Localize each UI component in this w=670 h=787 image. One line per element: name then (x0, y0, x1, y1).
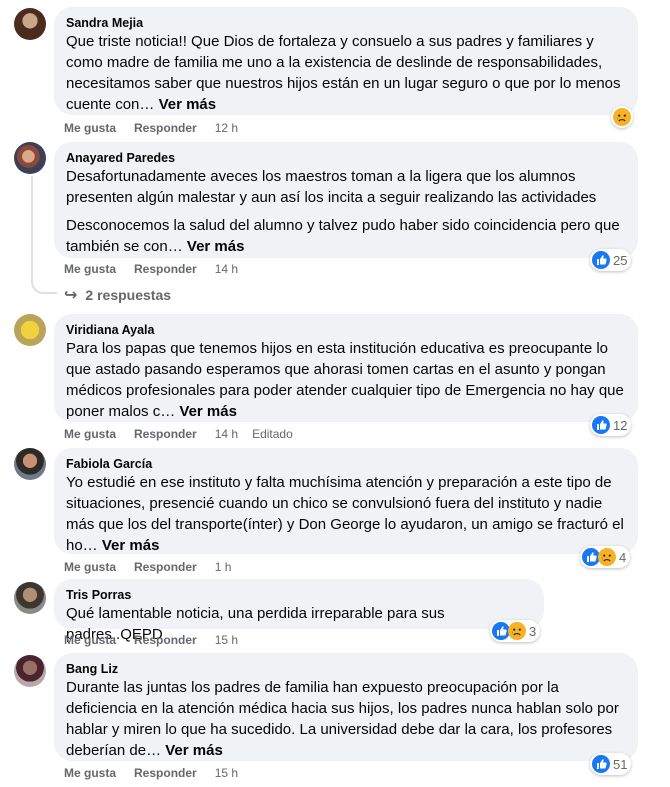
avatar[interactable] (14, 8, 46, 40)
comment-text: Para los papas que tenemos hijos en esta… (66, 338, 626, 422)
see-more-link[interactable]: Ver más (187, 238, 245, 255)
comment-author[interactable]: Sandra Mejia (66, 15, 626, 31)
reply-button[interactable]: Responder (134, 261, 197, 277)
reaction-summary[interactable]: 4 (580, 546, 631, 568)
like-button[interactable]: Me gusta (64, 559, 116, 575)
comment-actions: Me gusta Responder 1 h (64, 559, 231, 575)
comment-bubble: Fabiola García Yo estudié en ese institu… (54, 448, 638, 554)
comment-actions: Me gusta Responder 12 h (64, 120, 238, 136)
comment-text: Durante las juntas los padres de familia… (66, 677, 626, 761)
comment-text: Yo estudié en ese instituto y falta much… (66, 472, 626, 556)
comment-body: Desafortunadamente aveces los maestros t… (66, 168, 597, 206)
reaction-count: 3 (529, 623, 537, 639)
comment-author[interactable]: Tris Porras (66, 587, 532, 603)
comment-actions: Me gusta Responder 14 h Editado (64, 426, 293, 442)
reply-button[interactable]: Responder (134, 120, 197, 136)
replies-connector (31, 278, 57, 294)
comment-time[interactable]: 1 h (215, 559, 232, 575)
see-more-link[interactable]: Ver más (179, 403, 237, 420)
view-replies-link[interactable]: ↪ 2 respuestas (64, 285, 171, 305)
comment-time[interactable]: 14 h (215, 261, 238, 277)
comment-author[interactable]: Bang Liz (66, 661, 626, 677)
avatar[interactable] (14, 582, 46, 614)
comment-time[interactable]: 15 h (215, 632, 238, 648)
reaction-summary[interactable]: 51 (590, 753, 632, 775)
comment-author[interactable]: Viridiana Ayala (66, 322, 626, 338)
like-reaction-icon (592, 416, 610, 434)
comment-bubble: Anayared Paredes Desafortunadamente avec… (54, 142, 638, 258)
comment-body-continued: Desconocemos la salud del alumno y talve… (66, 217, 620, 255)
reaction-count: 4 (619, 549, 627, 565)
reaction-summary[interactable] (611, 106, 633, 128)
comment-actions: Me gusta Responder 15 h (64, 765, 238, 781)
reaction-summary[interactable]: 12 (590, 414, 632, 436)
reaction-summary[interactable]: 25 (590, 249, 632, 271)
comment-author[interactable]: Fabiola García (66, 456, 626, 472)
see-more-link[interactable]: Ver más (159, 96, 217, 113)
comment-text: Desafortunadamente aveces los maestros t… (66, 166, 626, 257)
reply-button[interactable]: Responder (134, 426, 197, 442)
like-button[interactable]: Me gusta (64, 765, 116, 781)
reaction-summary[interactable]: 3 (490, 620, 541, 642)
sad-reaction-icon (508, 622, 526, 640)
comment-body: Durante las juntas los padres de familia… (66, 679, 619, 759)
edited-label: Editado (252, 427, 293, 441)
see-more-link[interactable]: Ver más (165, 742, 223, 759)
like-reaction-icon (592, 755, 610, 773)
comment-body: Que triste noticia!! Que Dios de fortale… (66, 33, 621, 113)
sad-reaction-icon (613, 108, 631, 126)
thread-line (31, 176, 33, 281)
comment-bubble: Bang Liz Durante las juntas los padres d… (54, 653, 638, 761)
sad-reaction-icon (598, 548, 616, 566)
replies-count: 2 respuestas (85, 287, 172, 303)
reply-button[interactable]: Responder (134, 765, 197, 781)
like-button[interactable]: Me gusta (64, 261, 116, 277)
reply-button[interactable]: Responder (134, 559, 197, 575)
avatar[interactable] (14, 655, 46, 687)
comment-actions: Me gusta Responder 15 h (64, 632, 238, 648)
reaction-count: 25 (613, 252, 628, 268)
comment-time[interactable]: 12 h (215, 120, 238, 136)
avatar[interactable] (14, 314, 46, 346)
reply-button[interactable]: Responder (134, 632, 197, 648)
reaction-count: 51 (613, 756, 628, 772)
avatar[interactable] (14, 142, 46, 174)
comment-body: Para los papas que tenemos hijos en esta… (66, 340, 624, 420)
comment-actions: Me gusta Responder 14 h (64, 261, 238, 277)
comment-time[interactable]: 14 h (215, 426, 238, 442)
reaction-count: 12 (613, 417, 628, 433)
like-button[interactable]: Me gusta (64, 632, 116, 648)
comment-author[interactable]: Anayared Paredes (66, 150, 626, 166)
comment-text: Que triste noticia!! Que Dios de fortale… (66, 31, 626, 115)
like-reaction-icon (592, 251, 610, 269)
comment-bubble: Viridiana Ayala Para los papas que tenem… (54, 314, 638, 422)
reply-arrow-icon: ↪ (64, 287, 78, 304)
comment-bubble: Tris Porras Qué lamentable noticia, una … (54, 579, 544, 643)
like-button[interactable]: Me gusta (64, 426, 116, 442)
see-more-link[interactable]: Ver más (102, 537, 160, 554)
comment-bubble: Sandra Mejia Que triste noticia!! Que Di… (54, 7, 638, 115)
comment-time[interactable]: 15 h (215, 765, 238, 781)
like-button[interactable]: Me gusta (64, 120, 116, 136)
avatar[interactable] (14, 448, 46, 480)
